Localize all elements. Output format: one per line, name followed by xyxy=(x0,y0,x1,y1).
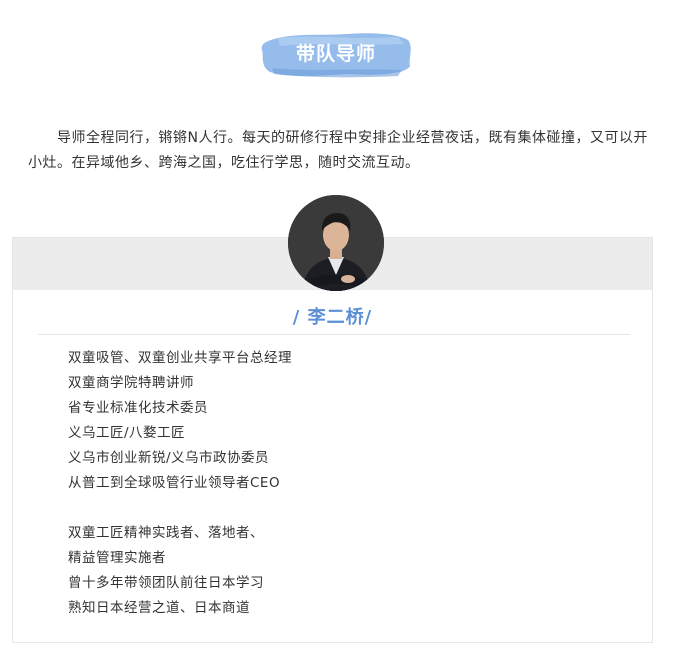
bio-line: 双童工匠精神实践者、落地者、 xyxy=(68,525,264,541)
mentor-bio: 双童吸管、双童创业共享平台总经理 双童商学院特聘讲师 省专业标准化技术委员 义乌… xyxy=(68,346,628,621)
bio-line: 省专业标准化技术委员 xyxy=(68,400,208,416)
bio-line: 曾十多年带领团队前往日本学习 xyxy=(68,575,264,591)
bio-spacer xyxy=(68,496,628,521)
bio-line: 熟知日本经营之道、日本商道 xyxy=(68,600,250,616)
bio-line: 精益管理实施者 xyxy=(68,550,166,566)
bio-line: 义乌工匠/八婺工匠 xyxy=(68,425,186,441)
mentor-name: / 李二桥/ xyxy=(292,307,373,328)
bio-line: 双童商学院特聘讲师 xyxy=(68,375,194,391)
mentor-portrait-image xyxy=(288,195,384,291)
bio-line: 义乌市创业新锐/义乌市政协委员 xyxy=(68,450,270,466)
bio-line: 从普工到全球吸管行业领导者CEO xyxy=(68,475,281,491)
intro-paragraph: 导师全程同行，锵锵N人行。每天的研修行程中安排企业经营夜话，既有集体碰撞，又可以… xyxy=(28,130,648,171)
name-divider xyxy=(38,334,630,335)
mentor-avatar xyxy=(288,195,384,291)
bio-line: 双童吸管、双童创业共享平台总经理 xyxy=(68,350,292,366)
section-title: 带队导师 xyxy=(295,43,376,65)
section-title-banner: 带队导师 xyxy=(258,28,414,80)
